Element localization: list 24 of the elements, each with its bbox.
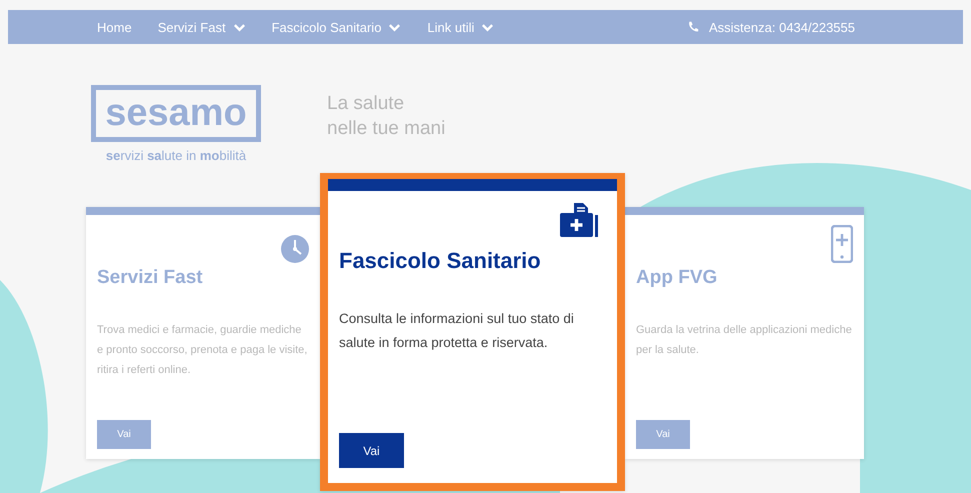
card-description: Guarda la vetrina delle applicazioni mediche per la salute. xyxy=(636,323,853,358)
vai-button[interactable]: Vai xyxy=(339,433,404,468)
service-card[interactable]: Servizi Fast Trova medici e farmacie, guardie mediche e pronto soccorso, prenota e paga le visite, ritira i referti online. Vai xyxy=(86,207,320,459)
clock-icon xyxy=(281,235,309,263)
medical-folder-icon xyxy=(560,203,598,237)
logo-wordmark: sesamo xyxy=(91,85,261,142)
vai-button[interactable]: Vai xyxy=(97,420,151,449)
nav-link[interactable]: Fascicolo Sanitario xyxy=(272,20,402,34)
nav-link[interactable]: Link utili xyxy=(427,20,494,34)
assistance-phone: Assistenza: 0434/223555 xyxy=(709,20,855,34)
tagline: La salute nelle tue mani xyxy=(327,92,446,141)
card-title: Servizi Fast xyxy=(97,267,204,289)
tablet-plus-icon xyxy=(831,225,853,263)
nav-link[interactable]: Home xyxy=(97,20,132,34)
vai-button[interactable]: Vai xyxy=(636,420,690,449)
service-card[interactable]: Fascicolo Sanitario Consulta le informazioni sul tuo stato di salute in forma protetta e riservata. Vai xyxy=(320,173,625,491)
service-card[interactable]: App FVG Guarda la vetrina delle applicazioni mediche per la salute. Vai xyxy=(625,207,864,459)
logo-subtitle: servizi salute in mobilità xyxy=(106,148,246,163)
phone-icon xyxy=(687,21,699,33)
nav-link[interactable]: Servizi Fast xyxy=(158,20,246,34)
card-title: App FVG xyxy=(636,267,718,289)
card-description: Trova medici e farmacie, guardie mediche e pronto soccorso, prenota e paga le visite, ritira i referti online. xyxy=(97,323,308,378)
card-description: Consulta le informazioni sul tuo stato di salute in forma protetta e riservata. xyxy=(339,310,575,352)
card-title: Fascicolo Sanitario xyxy=(339,248,542,274)
